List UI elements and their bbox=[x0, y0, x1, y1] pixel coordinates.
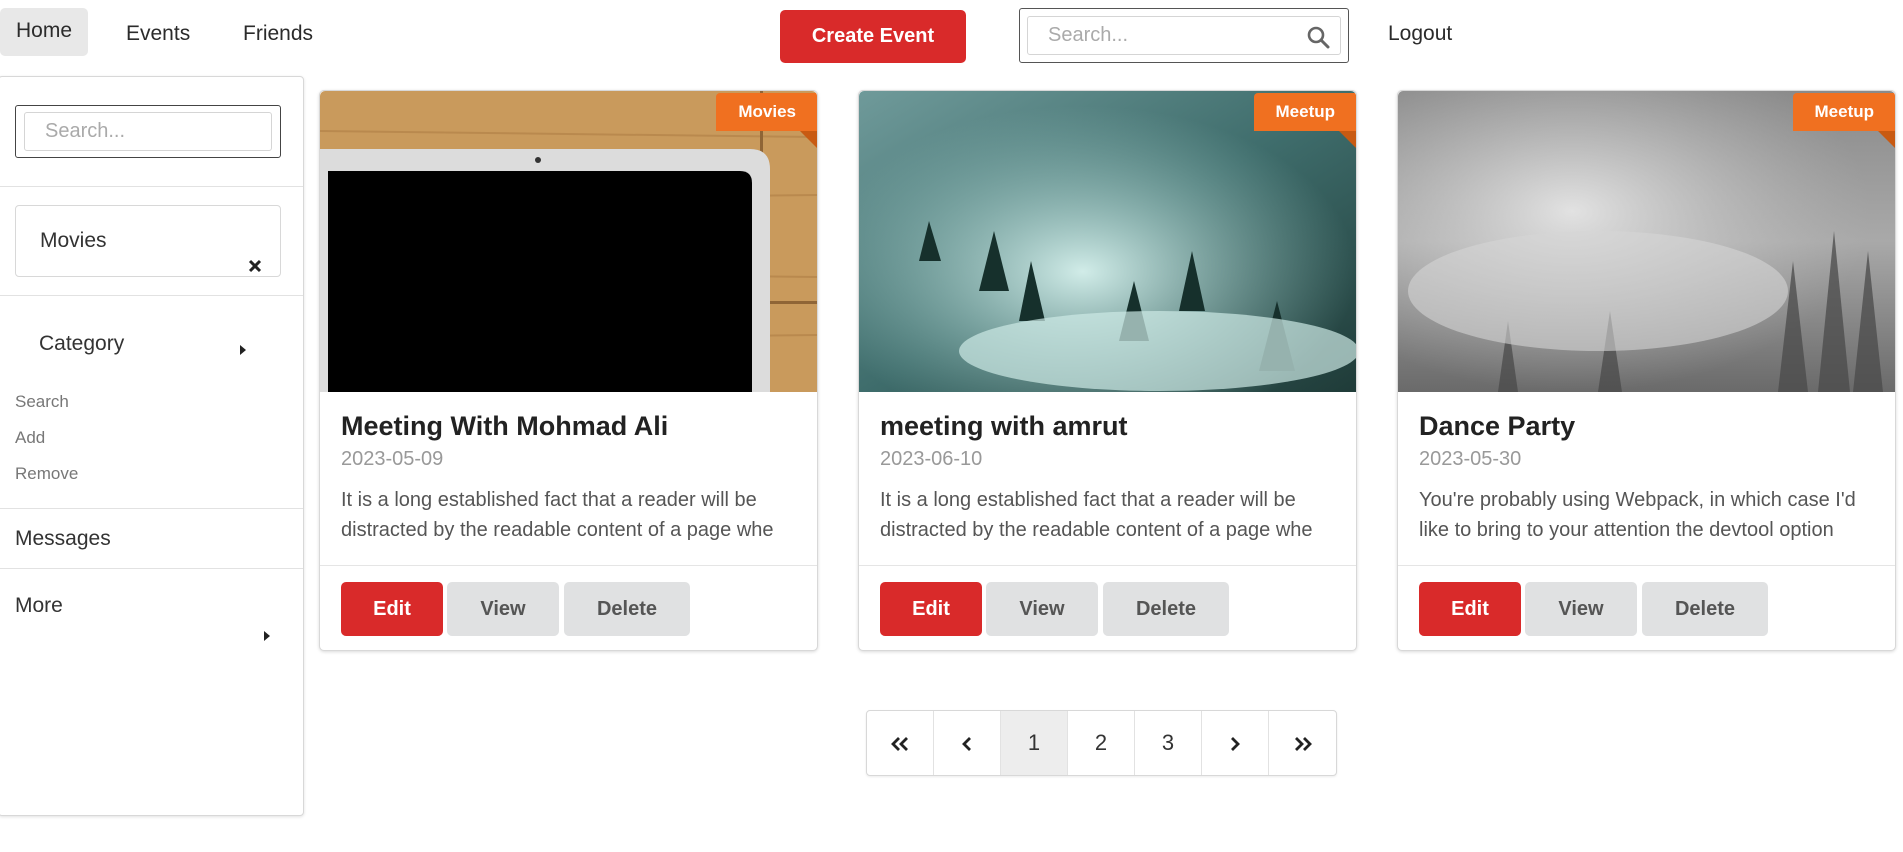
nav-events[interactable]: Events bbox=[110, 12, 206, 56]
filter-chip-movies: Movies bbox=[15, 205, 281, 277]
page-button-1[interactable]: 1 bbox=[1001, 711, 1068, 775]
view-button[interactable]: View bbox=[447, 582, 559, 636]
filter-chip-label: Movies bbox=[40, 229, 107, 252]
page-button-3[interactable]: 3 bbox=[1135, 711, 1202, 775]
card-date: 2023-05-30 bbox=[1419, 448, 1522, 470]
event-image-laptop: Movies bbox=[320, 91, 817, 392]
card-title: meeting with amrut bbox=[880, 411, 1128, 441]
caret-right-icon bbox=[263, 599, 271, 673]
first-page-button[interactable] bbox=[867, 711, 934, 775]
caret-right-icon bbox=[239, 338, 247, 362]
pagination: 1 2 3 bbox=[866, 710, 1337, 776]
last-page-button[interactable] bbox=[1269, 711, 1336, 775]
sidebar-item-label: Messages bbox=[15, 527, 111, 550]
card-date: 2023-06-10 bbox=[880, 448, 983, 470]
edit-button[interactable]: Edit bbox=[880, 582, 982, 636]
event-image-misty-forest: Meetup bbox=[859, 91, 1356, 392]
sidebar-search-box bbox=[15, 105, 281, 158]
category-ribbon: Movies bbox=[716, 93, 817, 131]
next-page-button[interactable] bbox=[1202, 711, 1269, 775]
search-icon[interactable] bbox=[1306, 25, 1330, 54]
ribbon-tail bbox=[1339, 131, 1356, 149]
sidebar-search-input[interactable] bbox=[24, 112, 272, 151]
card-description: You're probably using Webpack, in which … bbox=[1419, 489, 1856, 541]
category-ribbon: Meetup bbox=[1253, 93, 1356, 131]
sidebar-item-label: More bbox=[15, 594, 63, 617]
edit-button[interactable]: Edit bbox=[1419, 582, 1521, 636]
card-description: It is a long established fact that a rea… bbox=[341, 489, 774, 541]
nav-friends[interactable]: Friends bbox=[227, 12, 329, 56]
event-image-foggy-forest: Meetup bbox=[1398, 91, 1895, 392]
sidebar-item-messages[interactable]: Messages bbox=[0, 509, 303, 569]
category-ribbon: Meetup bbox=[1792, 93, 1895, 131]
card-title: Dance Party bbox=[1419, 411, 1576, 441]
sidebar-link-search[interactable]: Search bbox=[15, 384, 303, 420]
sidebar-link-remove[interactable]: Remove bbox=[15, 456, 303, 492]
top-navbar: Home Events Friends Create Event Logout bbox=[0, 0, 1903, 74]
card-actions: Edit View Delete bbox=[1398, 565, 1895, 651]
delete-button[interactable]: Delete bbox=[1642, 582, 1768, 636]
card-title: Meeting With Mohmad Ali bbox=[341, 411, 669, 441]
prev-page-button[interactable] bbox=[934, 711, 1001, 775]
card-description: It is a long established fact that a rea… bbox=[880, 489, 1313, 541]
chevron-left-icon bbox=[961, 730, 973, 755]
delete-button[interactable]: Delete bbox=[1103, 582, 1229, 636]
sidebar-filter-section: Movies bbox=[0, 187, 303, 296]
double-chevron-right-icon bbox=[1293, 730, 1313, 755]
view-button[interactable]: View bbox=[1525, 582, 1637, 636]
top-search-box bbox=[1019, 8, 1349, 63]
sidebar: Movies Category Search Add Remove Messag… bbox=[0, 76, 304, 816]
delete-button[interactable]: Delete bbox=[564, 582, 690, 636]
top-search-input[interactable] bbox=[1028, 17, 1340, 54]
double-chevron-left-icon bbox=[890, 730, 910, 755]
close-icon[interactable] bbox=[248, 232, 262, 302]
ribbon-tail bbox=[800, 131, 817, 149]
card-actions: Edit View Delete bbox=[859, 565, 1356, 651]
event-card: Meetup meeting with amrut 2023-06-10 It … bbox=[858, 90, 1357, 651]
logout-link[interactable]: Logout bbox=[1388, 12, 1452, 56]
nav-home[interactable]: Home bbox=[0, 8, 89, 56]
edit-button[interactable]: Edit bbox=[341, 582, 443, 636]
card-date: 2023-05-09 bbox=[341, 448, 444, 470]
create-event-button[interactable]: Create Event bbox=[780, 10, 966, 63]
event-card: Meetup Dance Party 2023-05-30 You're pro… bbox=[1397, 90, 1896, 651]
page-button-2[interactable]: 2 bbox=[1068, 711, 1135, 775]
sidebar-category-label: Category bbox=[39, 332, 125, 355]
chevron-right-icon bbox=[1229, 730, 1241, 755]
ribbon-tail bbox=[1878, 131, 1895, 149]
sidebar-link-add[interactable]: Add bbox=[15, 420, 303, 456]
sidebar-search-section bbox=[0, 77, 303, 187]
card-actions: Edit View Delete bbox=[320, 565, 817, 651]
sidebar-category[interactable]: Category bbox=[0, 296, 303, 384]
sidebar-sub-links: Search Add Remove bbox=[0, 384, 303, 509]
sidebar-item-more[interactable]: More bbox=[0, 569, 303, 643]
view-button[interactable]: View bbox=[986, 582, 1098, 636]
event-card: Movies Meeting With Mohmad Ali 2023-05-0… bbox=[319, 90, 818, 651]
